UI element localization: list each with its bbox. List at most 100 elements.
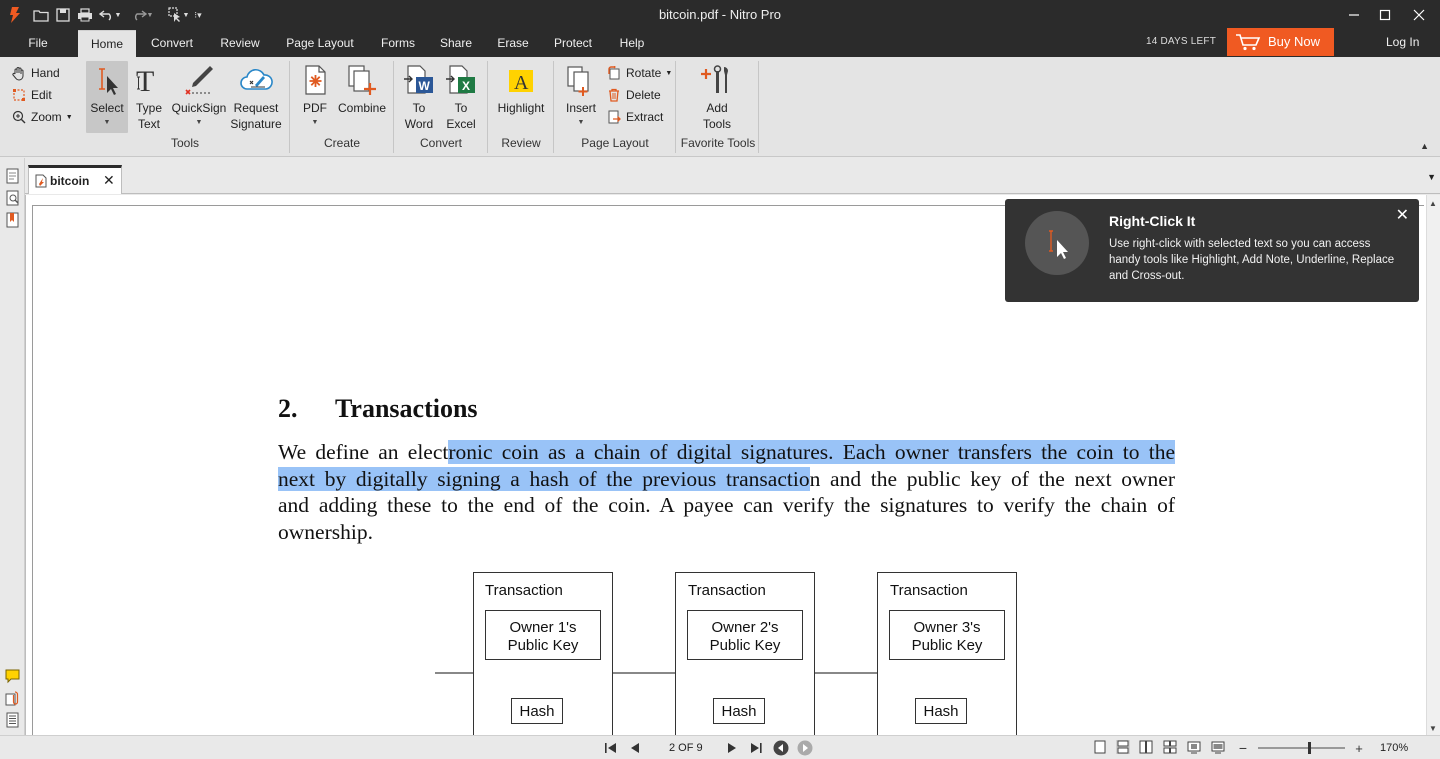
request-signature-button[interactable]: Request Signature xyxy=(228,61,284,133)
previous-page-icon[interactable] xyxy=(627,740,643,756)
hash-label: Hash xyxy=(923,703,959,720)
next-page-icon[interactable] xyxy=(724,740,740,756)
next-view-icon[interactable] xyxy=(797,740,813,756)
tab-share[interactable]: Share xyxy=(432,30,480,57)
delete-page-button[interactable]: Delete xyxy=(606,85,661,105)
fit-width-icon[interactable] xyxy=(1211,740,1225,754)
attachments-icon[interactable] xyxy=(5,690,20,706)
rotate-dropdown-icon: ▼ xyxy=(665,69,673,77)
select-tool-button[interactable]: Select ▼ xyxy=(86,61,128,133)
zoom-in-icon[interactable]: + xyxy=(1351,740,1367,756)
tab-protect[interactable]: Protect xyxy=(545,30,601,57)
first-page-icon[interactable] xyxy=(603,740,619,756)
document-tab-label: bitcoin xyxy=(50,174,90,188)
facing-view-icon[interactable] xyxy=(1139,740,1153,754)
tab-page-layout[interactable]: Page Layout xyxy=(280,30,360,57)
search-document-icon[interactable] xyxy=(5,190,20,206)
extract-label: Extract xyxy=(626,110,664,124)
type-text-label-1: Type xyxy=(135,101,162,115)
pdf-document-icon xyxy=(35,174,47,188)
zoom-level[interactable]: 170% xyxy=(1380,742,1408,754)
convert-group-label: Convert xyxy=(419,136,463,150)
collapse-ribbon-icon[interactable]: ▲ xyxy=(1420,141,1429,151)
tab-help[interactable]: Help xyxy=(612,30,652,57)
tip-body: Use right-click with selected text so yo… xyxy=(1109,238,1395,282)
tab-erase[interactable]: Erase xyxy=(490,30,536,57)
extract-icon xyxy=(606,109,622,125)
zoom-slider[interactable] xyxy=(1258,742,1345,754)
type-text-button[interactable]: T Type Text xyxy=(130,61,168,133)
public-key-text: Public Key xyxy=(911,637,983,654)
combine-button[interactable]: Combine xyxy=(336,61,388,133)
output-list-icon[interactable] xyxy=(5,712,20,728)
tab-home[interactable]: Home xyxy=(78,30,136,57)
insert-dropdown-icon: ▼ xyxy=(577,119,585,126)
hash-label: Hash xyxy=(519,703,555,720)
insert-page-button[interactable]: Insert ▼ xyxy=(561,61,601,133)
zoom-out-icon[interactable]: − xyxy=(1235,740,1251,756)
tab-convert[interactable]: Convert xyxy=(143,30,201,57)
fit-page-icon[interactable] xyxy=(1187,740,1201,754)
extract-page-button[interactable]: Extract xyxy=(606,107,663,127)
last-page-icon[interactable] xyxy=(748,740,764,756)
edit-label: Edit xyxy=(31,88,52,102)
zoom-tool-button[interactable]: Zoom ▼ xyxy=(11,107,73,127)
pdf-label: PDF xyxy=(303,101,327,115)
tip-title: Right-Click It xyxy=(1109,213,1196,229)
type-text-label-2: Text xyxy=(137,117,160,131)
left-panel-bar xyxy=(0,158,25,736)
public-key-text: Public Key xyxy=(709,637,781,654)
single-page-view-icon[interactable] xyxy=(1093,740,1107,754)
log-in-link[interactable]: Log In xyxy=(1386,35,1419,49)
previous-view-icon[interactable] xyxy=(773,740,789,756)
select-label: Select xyxy=(90,101,124,115)
continuous-view-icon[interactable] xyxy=(1116,740,1130,754)
quicksign-button[interactable]: QuickSign ▼ xyxy=(170,61,228,133)
tab-list-dropdown-icon[interactable]: ▼ xyxy=(1427,172,1436,182)
rotate-icon xyxy=(606,65,622,81)
tools-group-label: Tools xyxy=(170,136,199,150)
create-pdf-button[interactable]: PDF ▼ xyxy=(296,61,334,133)
quicksign-label: QuickSign xyxy=(171,101,227,115)
combine-files-icon xyxy=(348,65,376,95)
document-tab-bitcoin[interactable]: bitcoin ✕ xyxy=(28,165,122,194)
type-text-icon: T xyxy=(136,65,154,97)
tab-review[interactable]: Review xyxy=(212,30,268,57)
delete-label: Delete xyxy=(626,88,661,102)
close-tab-icon[interactable]: ✕ xyxy=(103,172,115,189)
add-tools-button[interactable]: Add Tools xyxy=(694,61,740,133)
edit-tool-button[interactable]: Edit xyxy=(11,85,52,105)
close-tip-icon[interactable]: ✕ xyxy=(1396,205,1409,225)
request-signature-label-1: Request xyxy=(233,101,279,115)
ribbon: Hand Edit Zoom ▼ Select ▼ T Type Text Qu… xyxy=(0,57,1440,157)
to-excel-button[interactable]: X To Excel xyxy=(442,61,480,133)
highlight-button[interactable]: A Highlight xyxy=(493,61,549,133)
close-window-icon[interactable] xyxy=(1396,0,1440,30)
buy-now-label: Buy Now xyxy=(1268,34,1321,49)
vertical-scrollbar[interactable]: ▲ ▼ xyxy=(1426,195,1440,735)
text-cursor-pointer-icon xyxy=(1049,230,1068,259)
file-menu[interactable]: File xyxy=(17,30,59,57)
create-group-label: Create xyxy=(323,136,361,150)
request-signature-label-2: Signature xyxy=(230,117,282,131)
add-tools-label-2: Tools xyxy=(702,117,731,131)
to-word-button[interactable]: W To Word xyxy=(400,61,438,133)
svg-text:X: X xyxy=(462,79,470,93)
rotate-button[interactable]: Rotate ▼ xyxy=(606,63,672,83)
zoom-magnifier-icon xyxy=(11,109,27,125)
tab-forms[interactable]: Forms xyxy=(373,30,423,57)
page-number-indicator[interactable]: 2 OF 9 xyxy=(669,742,703,754)
continuous-facing-view-icon[interactable] xyxy=(1163,740,1177,754)
buy-now-button[interactable]: Buy Now xyxy=(1227,28,1334,56)
review-group-label: Review xyxy=(501,136,541,150)
scroll-down-icon[interactable]: ▼ xyxy=(1429,724,1437,733)
trash-icon xyxy=(606,87,622,103)
zoom-slider-thumb[interactable] xyxy=(1308,742,1311,754)
trial-days-left: 14 DAYS LEFT xyxy=(1146,36,1217,47)
comments-icon[interactable] xyxy=(5,668,20,684)
bookmarks-icon[interactable] xyxy=(5,212,20,228)
rotate-label: Rotate xyxy=(626,66,662,80)
scroll-up-icon[interactable]: ▲ xyxy=(1429,199,1437,208)
pages-panel-icon[interactable] xyxy=(5,168,20,184)
hand-tool-button[interactable]: Hand xyxy=(11,63,60,83)
